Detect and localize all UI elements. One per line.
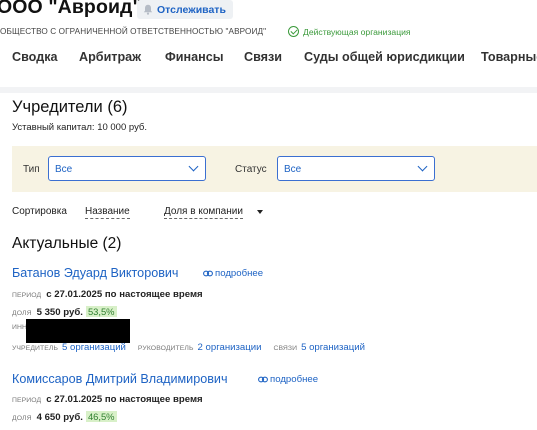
company-status-text: Действующая организация [303, 26, 411, 37]
current-founders-title: Актуальные (2) [12, 235, 122, 252]
bell-icon [143, 4, 153, 15]
check-circle-icon [288, 26, 299, 37]
period-label: ПЕРИОД [12, 292, 42, 299]
share-percent-badge: 53,5% [85, 306, 117, 317]
company-status: Действующая организация [288, 26, 411, 37]
founder-share: ДОЛЯ 5 350 руб. 53,5% [12, 306, 117, 318]
track-button[interactable]: Отслеживать [137, 0, 233, 19]
founder-period: ПЕРИОД с 27.01.2025 по настоящее время [12, 289, 203, 300]
section-divider [0, 87, 537, 93]
founder-share: ДОЛЯ 4 650 руб. 46,5% [12, 411, 117, 423]
sort-by-name[interactable]: Название [85, 206, 130, 219]
founder-name-link[interactable]: Комиссаров Дмитрий Владимирович [12, 372, 228, 386]
founder-relations: УЧРЕДИТЕЛЬ 5 организаций РУКОВОДИТЕЛЬ 2 … [12, 342, 377, 353]
period-label: ПЕРИОД [12, 397, 42, 404]
track-button-label: Отслеживать [157, 3, 226, 16]
founder-period: ПЕРИОД с 27.01.2025 по настоящее время [12, 394, 203, 405]
share-percent-badge: 46,5% [85, 411, 117, 422]
sort-by-share[interactable]: Доля в компании [164, 206, 243, 219]
details-link[interactable]: подробнее [203, 268, 263, 279]
inn-label: ИНН [12, 324, 28, 331]
company-title: ООО "Авроид" [0, 0, 142, 18]
type-filter-label: Тип [23, 164, 40, 175]
redacted-inn [26, 319, 130, 343]
tab-finance[interactable]: Финансы [165, 50, 223, 64]
tab-arbitration[interactable]: Арбитраж [79, 50, 141, 64]
tab-connections[interactable]: Связи [244, 50, 282, 64]
connections-label: СВЯЗИ [273, 345, 298, 352]
company-header: ООО "Авроид" Отслеживать ОБЩЕСТВО С ОГРА… [0, 0, 537, 87]
share-value: 4 650 руб. [36, 412, 83, 423]
tab-summary[interactable]: Сводка [12, 50, 58, 64]
authorized-capital: Уставный капитал: 10 000 руб. [12, 122, 148, 133]
tab-trademarks[interactable]: Товарные [481, 50, 537, 64]
caret-down-icon [257, 210, 263, 214]
period-value: с 27.01.2025 по настоящее время [46, 289, 203, 300]
share-label: ДОЛЯ [12, 415, 32, 422]
type-filter-select[interactable]: Все [48, 156, 206, 181]
connections-link[interactable]: 5 организаций [301, 342, 365, 353]
details-link-label: подробнее [270, 374, 319, 385]
share-label: ДОЛЯ [12, 310, 32, 317]
link-icon [258, 376, 268, 383]
founder-orgs-link[interactable]: 5 организаций [62, 342, 126, 353]
type-filter-value: Все [55, 164, 73, 175]
period-value: с 27.01.2025 по настоящее время [46, 394, 203, 405]
filter-panel: Тип Все Статус Все [12, 146, 537, 192]
company-full-name: ОБЩЕСТВО С ОГРАНИЧЕННОЙ ОТВЕТСТВЕННОСТЬЮ… [0, 27, 267, 36]
head-orgs-link[interactable]: 2 организации [198, 342, 262, 353]
status-filter-select[interactable]: Все [277, 156, 435, 181]
details-link-label: подробнее [215, 268, 264, 279]
chevron-down-icon [188, 161, 199, 172]
sort-label: Сортировка [12, 206, 67, 217]
status-filter-value: Все [284, 164, 302, 175]
head-role-label: РУКОВОДИТЕЛЬ [137, 345, 194, 352]
link-icon [203, 270, 213, 277]
status-filter-label: Статус [235, 164, 267, 175]
share-value: 5 350 руб. [36, 307, 83, 318]
chevron-down-icon [417, 161, 428, 172]
founders-section-title: Учредители (6) [12, 98, 128, 116]
founder-name-link[interactable]: Батанов Эдуард Викторович [12, 266, 179, 280]
details-link[interactable]: подробнее [258, 374, 318, 385]
founder-role-label: УЧРЕДИТЕЛЬ [12, 345, 59, 352]
tab-general-courts[interactable]: Суды общей юрисдикции [304, 50, 465, 64]
